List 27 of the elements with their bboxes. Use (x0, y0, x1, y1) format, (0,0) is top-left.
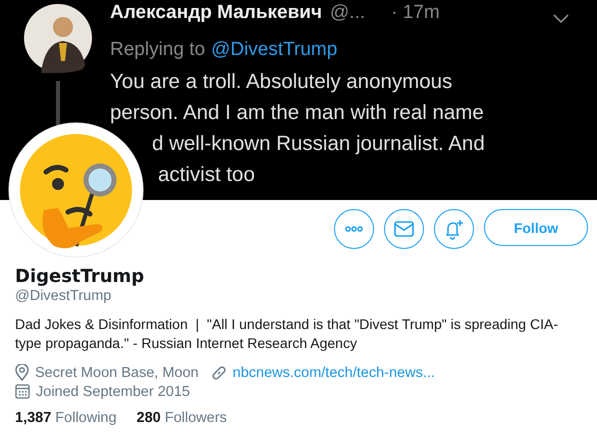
calendar-icon (15, 384, 30, 399)
profile-handle: @DivestTrump (15, 288, 112, 304)
replying-label: Replying to (110, 39, 206, 61)
tweet-text-line: person. And I am the man with real name (110, 100, 484, 126)
tweet-text-line: d well-known Russian journalist. And (152, 131, 485, 157)
link-icon (210, 364, 227, 380)
profile-name: DigestTrump (15, 266, 144, 287)
envelope-icon (394, 221, 414, 237)
person-avatar (23, 3, 93, 73)
profile-bio: Dad Jokes & Disinformation | "All I understand is that "Divest Trump" is spreading CIA-type propaganda." - Russian Internet Research Agency (15, 315, 559, 353)
tweet-handle: @... (330, 2, 366, 24)
location-text: Secret Moon Base, Moon (35, 364, 199, 380)
reply-mention: @DivestTrump (211, 39, 338, 61)
more-icon (345, 226, 363, 232)
bell-plus-icon (443, 218, 465, 240)
follow-stat-link[interactable]: 1,387 Following (15, 410, 117, 426)
joined-date: Joined September 2015 (36, 384, 190, 400)
tweet-author: Александр Малькевич (110, 2, 322, 24)
tweet-time: · 17m (391, 2, 440, 24)
tweet-text-line: You are a troll. Absolutely anonymous (110, 69, 452, 95)
follow-stat-link[interactable]: 280 Followers (136, 410, 227, 426)
more-button[interactable] (334, 209, 374, 249)
tweet-text-line: activist too (158, 162, 255, 188)
notify-button[interactable] (434, 209, 474, 249)
location-pin-icon (15, 364, 29, 381)
chevron-icon (553, 14, 569, 22)
message-button[interactable] (384, 209, 424, 249)
